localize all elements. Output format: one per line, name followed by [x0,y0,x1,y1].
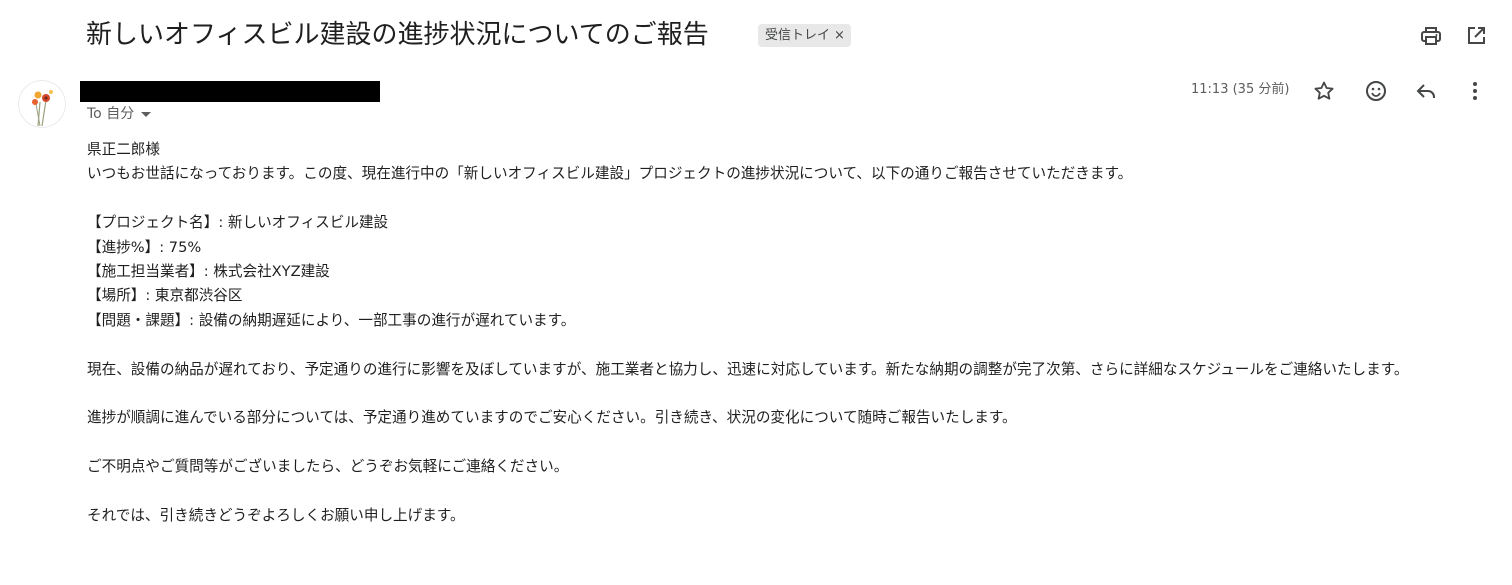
progress-paragraph: 進捗が順調に進んでいる部分については、予定通り進めていますのでご安心ください。引… [87,409,1017,427]
inbox-label-chip: 受信トレイ × [758,24,851,47]
more-vertical-icon[interactable] [1463,79,1487,103]
remove-label-button[interactable]: × [834,28,845,43]
sender-avatar[interactable] [18,80,66,128]
email-body: 県正二郎様 いつもお世話になっております。この度、現在進行中の「新しいオフィスビ… [87,138,1492,528]
detail-location: 【場所】: 東京都渋谷区 [87,287,243,305]
detail-project-name: 【プロジェクト名】: 新しいオフィスビル建設 [87,214,389,232]
star-icon[interactable] [1312,79,1336,103]
detail-progress: 【進捗%】: 75% [87,238,202,256]
print-icon[interactable] [1419,24,1443,48]
intro-paragraph: いつもお世話になっております。この度、現在進行中の「新しいオフィスビル建設」プロ… [87,165,1133,183]
detail-contractor: 【施工担当業者】: 株式会社XYZ建設 [87,263,330,281]
emoji-reaction-icon[interactable] [1364,79,1388,103]
detail-issues: 【問題・課題】: 設備の納期遅延により、一部工事の進行が遅れています。 [87,311,576,329]
greeting: 県正二郎様 [87,141,160,158]
open-in-new-window-icon[interactable] [1464,24,1488,48]
email-subject: 新しいオフィスビル建設の進捗状況についてのご報告 [86,20,709,50]
timestamp: 11:13 (35 分前) [1191,82,1290,97]
contact-paragraph: ご不明点やご質問等がございましたら、どうぞお気軽にご連絡ください。 [87,458,569,476]
recipient-details-toggle[interactable]: To 自分 [87,104,152,124]
chevron-down-icon [141,111,152,117]
recipient-text: To 自分 [87,106,135,122]
sender-name-redacted [80,81,380,102]
status-paragraph: 現在、設備の納品が遅れており、予定通りの進行に影響を及ぼしていますが、施工業者と… [87,360,1409,378]
label-text: 受信トレイ [765,28,831,43]
reply-icon[interactable] [1414,79,1438,103]
closing-paragraph: それでは、引き続きどうぞよろしくお願い申し上げます。 [87,507,465,525]
